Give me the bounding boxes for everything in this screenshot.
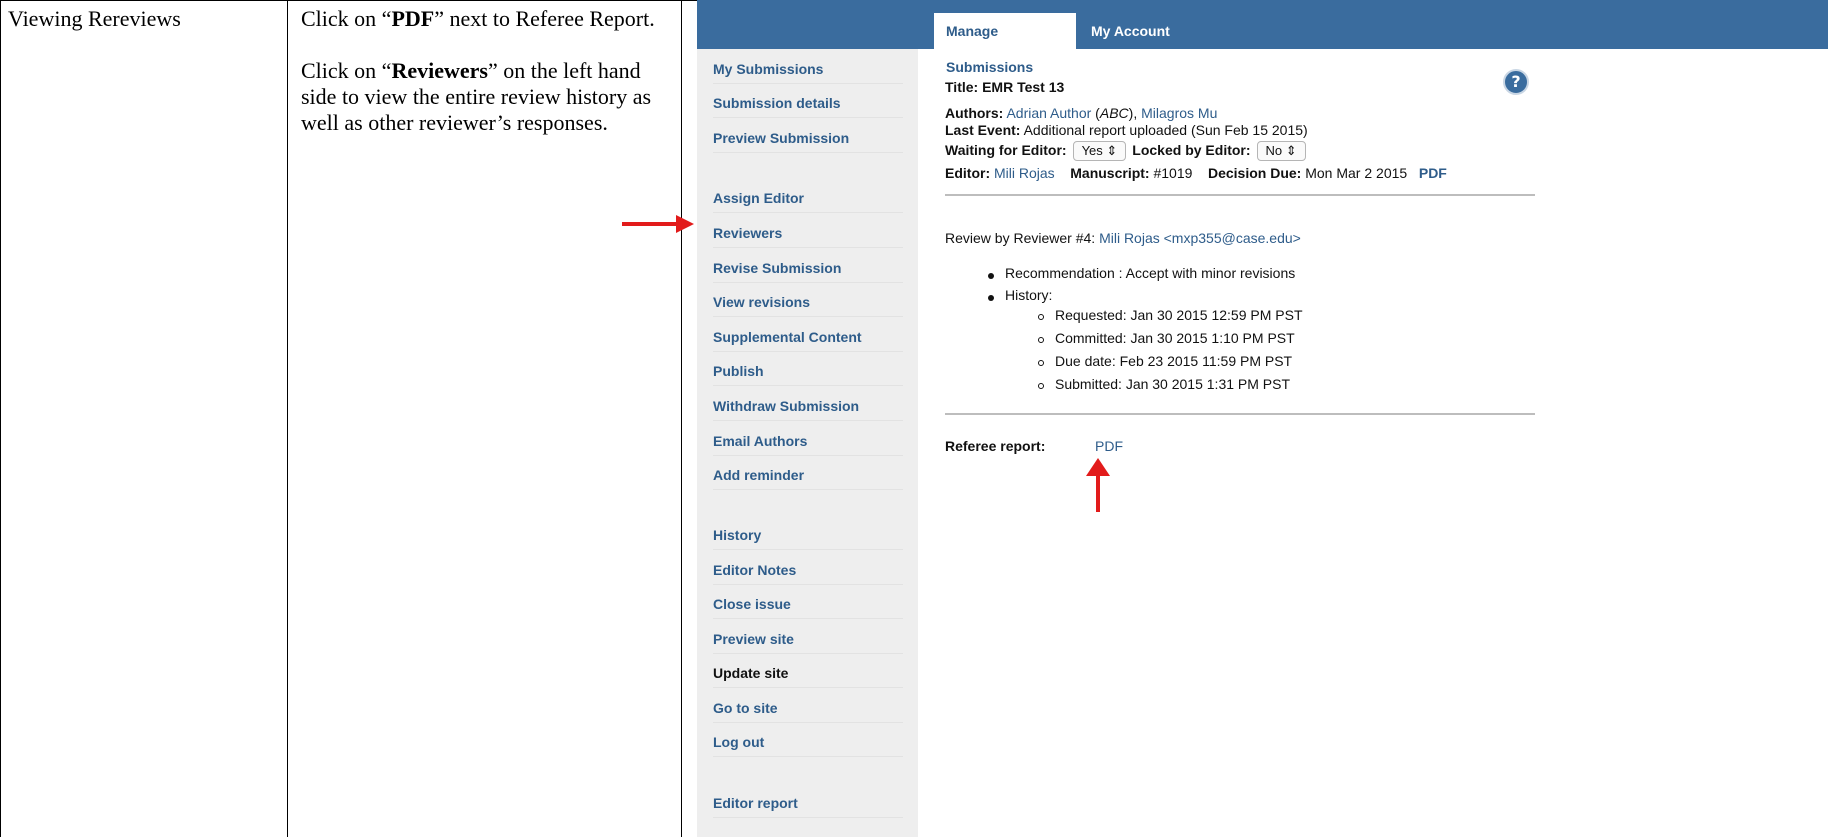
sidebar-item-supplemental-content[interactable]: Supplemental Content (713, 329, 903, 352)
history-requested: Requested: Jan 30 2015 12:59 PM PST (1055, 307, 1303, 323)
step-title: Viewing Rereviews (8, 6, 181, 31)
history-label: History: (1005, 287, 1053, 303)
editor-link[interactable]: Mili Rojas (994, 165, 1055, 181)
circle-bullet-icon (1038, 314, 1044, 320)
sidebar-item-reviewers[interactable]: Reviewers (713, 225, 903, 248)
sidebar-item-editor-notes[interactable]: Editor Notes (713, 562, 903, 585)
arrow-right-icon (622, 215, 694, 233)
sidebar-item-view-revisions[interactable]: View revisions (713, 294, 903, 317)
author-link-2[interactable]: Milagros Mu (1141, 105, 1217, 121)
step-instructions: Click on “PDF” next to Referee Report. C… (301, 6, 679, 162)
author-link-1[interactable]: Adrian Author (1006, 105, 1091, 121)
table-column-divider-1 (287, 0, 288, 837)
sidebar-item-log-out[interactable]: Log out (713, 734, 903, 757)
table-left-border (0, 0, 1, 837)
sidebar-item-history[interactable]: History (713, 527, 903, 550)
sidebar-item-preview-site[interactable]: Preview site (713, 631, 903, 654)
sidebar-item-editor-report[interactable]: Editor report (713, 795, 903, 818)
tab-manage-submissions[interactable]: Manage Submissions (934, 13, 1076, 75)
circle-bullet-icon (1038, 337, 1044, 343)
bullet-icon (988, 295, 994, 301)
circle-bullet-icon (1038, 383, 1044, 389)
status-controls: Waiting for Editor: Yes ⇕ Locked by Editor… (945, 141, 1312, 161)
help-icon[interactable]: ? (1503, 69, 1529, 95)
sidebar-item-submission-details[interactable]: Submission details (713, 95, 903, 118)
history-submitted: Submitted: Jan 30 2015 1:31 PM PST (1055, 376, 1291, 392)
sidebar-item-update-site[interactable]: Update site (713, 665, 903, 688)
sidebar: My Submissions Submission details Previe… (697, 49, 918, 837)
referee-report-label: Referee report: (945, 438, 1046, 454)
sidebar-item-revise-submission[interactable]: Revise Submission (713, 260, 903, 283)
last-event-line: Last Event: Additional report uploaded (… (945, 122, 1308, 138)
sidebar-item-publish[interactable]: Publish (713, 363, 903, 386)
editor-line: Editor: Mili Rojas Manuscript: #1019 Dec… (945, 165, 1447, 181)
sidebar-item-add-reminder[interactable]: Add reminder (713, 467, 903, 490)
locked-by-editor-select[interactable]: No ⇕ (1256, 141, 1306, 161)
waiting-for-editor-select[interactable]: Yes ⇕ (1072, 141, 1127, 161)
bullet-icon (988, 273, 994, 279)
history-due-date: Due date: Feb 23 2015 11:59 PM PST (1055, 353, 1293, 369)
instruction-reviewers: Click on “Reviewers” on the left hand si… (301, 58, 652, 135)
divider-top (945, 194, 1535, 196)
sidebar-item-email-authors[interactable]: Email Authors (713, 433, 903, 456)
sidebar-item-preview-submission[interactable]: Preview Submission (713, 130, 903, 153)
submission-pdf-link[interactable]: PDF (1419, 165, 1447, 181)
authors-line: Authors: Adrian Author (ABC), Milagros M… (945, 105, 1218, 121)
recommendation: Recommendation : Accept with minor revis… (1005, 265, 1296, 281)
history-committed: Committed: Jan 30 2015 1:10 PM PST (1055, 330, 1295, 346)
sidebar-item-assign-editor[interactable]: Assign Editor (713, 190, 903, 213)
app-screenshot: Manage Submissions My Account My Submiss… (697, 0, 1828, 837)
sidebar-item-go-to-site[interactable]: Go to site (713, 700, 903, 723)
tab-my-account[interactable]: My Account (1079, 13, 1182, 49)
top-nav-bar: Manage Submissions My Account (697, 0, 1828, 75)
sidebar-item-my-submissions[interactable]: My Submissions (713, 61, 903, 84)
sidebar-item-close-issue[interactable]: Close issue (713, 596, 903, 619)
referee-report-pdf-link[interactable]: PDF (1095, 438, 1123, 454)
sidebar-item-withdraw-submission[interactable]: Withdraw Submission (713, 398, 903, 421)
arrow-up-icon (1086, 458, 1110, 512)
reviewer-link[interactable]: Mili Rojas <mxp355@case.edu> (1099, 230, 1301, 246)
instruction-pdf: Click on “PDF” next to Referee Report. (301, 6, 655, 31)
review-heading: Review by Reviewer #4: Mili Rojas <mxp35… (945, 230, 1301, 246)
divider-bottom (945, 413, 1535, 415)
circle-bullet-icon (1038, 360, 1044, 366)
submission-title: Title: EMR Test 13 (945, 79, 1065, 95)
table-column-divider-2 (681, 0, 682, 837)
